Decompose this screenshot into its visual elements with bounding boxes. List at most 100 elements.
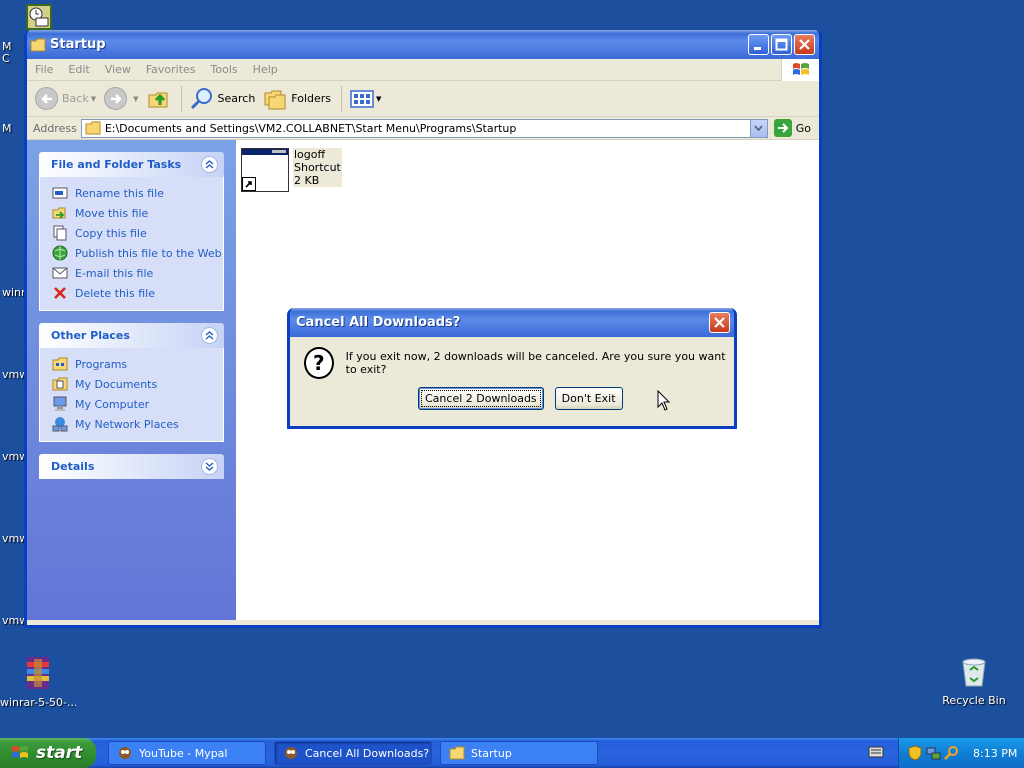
menu-help[interactable]: Help	[253, 63, 278, 76]
taskbar-item-cancel-downloads[interactable]: Cancel All Downloads?	[274, 741, 432, 765]
search-button[interactable]: Search	[190, 87, 256, 111]
collapse-icon[interactable]	[201, 156, 218, 173]
place-label: Programs	[75, 357, 128, 371]
rename-icon	[52, 185, 68, 201]
winrar-icon	[27, 657, 49, 689]
dialog-body: ? If you exit now, 2 downloads will be c…	[290, 337, 734, 379]
up-folder-icon	[148, 92, 167, 107]
expand-icon[interactable]	[201, 458, 218, 475]
place-label: My Documents	[75, 377, 158, 391]
standard-toolbar: Back ▼ ▼ Search Folders ▼	[27, 81, 819, 117]
minimize-button[interactable]	[748, 34, 769, 55]
network-icon[interactable]	[925, 745, 941, 761]
shortcut-file-icon	[241, 148, 289, 192]
panel-title: File and Folder Tasks	[51, 158, 182, 171]
back-arrow-icon	[40, 93, 52, 104]
taskbar-item-label: Startup	[471, 746, 512, 760]
place-my-documents[interactable]: My Documents	[52, 374, 223, 394]
views-button[interactable]: ▼	[350, 89, 381, 109]
task-label: Move this file	[75, 206, 149, 220]
folders-label: Folders	[291, 92, 332, 105]
question-icon: ?	[304, 347, 334, 379]
desktop-label-fragment: C	[2, 52, 10, 65]
desktop-icon-top[interactable]	[26, 4, 52, 30]
address-bar: Address E:\Documents and Settings\VM2.CO…	[27, 117, 819, 140]
task-rename-file[interactable]: Rename this file	[52, 183, 223, 203]
desktop-icon-winrar[interactable]: winrar-5-50-...	[0, 656, 76, 709]
taskbar-item-label: YouTube - Mypal	[139, 746, 228, 760]
task-move-file[interactable]: Move this file	[52, 203, 223, 223]
menu-tools[interactable]: Tools	[211, 63, 238, 76]
taskbar-item-youtube[interactable]: YouTube - Mypal	[108, 741, 266, 765]
menu-edit[interactable]: Edit	[68, 63, 89, 76]
panel-header[interactable]: File and Folder Tasks	[39, 152, 224, 177]
keyboard-icon[interactable]	[868, 746, 884, 761]
menu-file[interactable]: File	[35, 63, 53, 76]
desktop-label-fragment: M	[2, 122, 12, 135]
file-name: logoff	[294, 148, 326, 161]
go-button[interactable]: Go	[773, 119, 811, 137]
up-folder-button[interactable]	[147, 87, 171, 111]
place-programs[interactable]: Programs	[52, 354, 223, 374]
collapse-icon[interactable]	[201, 327, 218, 344]
task-label: Publish this file to the Web	[75, 246, 222, 260]
close-button[interactable]	[794, 34, 815, 55]
dialog-message: If you exit now, 2 downloads will be can…	[345, 350, 726, 376]
recycle-bin-icon	[962, 658, 986, 687]
place-my-network-places[interactable]: My Network Places	[52, 414, 223, 434]
email-icon	[52, 265, 68, 281]
taskbar: start YouTube - Mypal Cancel All Downloa…	[0, 738, 1024, 768]
task-delete-file[interactable]: Delete this file	[52, 283, 223, 303]
menu-favorites[interactable]: Favorites	[146, 63, 196, 76]
panel-header[interactable]: Other Places	[39, 323, 224, 348]
task-publish-web[interactable]: Publish this file to the Web	[52, 243, 223, 263]
forward-arrow-icon	[110, 93, 122, 104]
back-label: Back	[62, 92, 89, 105]
dropdown-arrow-icon[interactable]: ▼	[91, 95, 96, 103]
views-icon	[350, 89, 374, 108]
address-dropdown-button[interactable]	[749, 119, 767, 137]
network-places-icon	[52, 416, 68, 432]
file-item-logoff[interactable]: logoff Shortcut 2 KB	[241, 148, 342, 192]
panel-title: Details	[51, 460, 95, 473]
file-folder-tasks-panel: File and Folder Tasks Rename this file M…	[39, 152, 224, 311]
windows-logo	[781, 59, 819, 81]
maximize-button[interactable]	[771, 34, 792, 55]
panel-header[interactable]: Details	[39, 454, 224, 479]
cancel-downloads-button[interactable]: Cancel 2 Downloads	[418, 387, 544, 410]
taskbar-item-startup[interactable]: Startup	[440, 741, 598, 765]
start-button[interactable]: start	[0, 738, 96, 768]
dialog-close-button[interactable]	[709, 312, 730, 333]
publish-web-icon	[52, 245, 68, 261]
details-panel: Details	[39, 454, 224, 479]
explorer-titlebar[interactable]: Startup	[27, 30, 819, 59]
security-shield-icon[interactable]	[907, 745, 923, 761]
desktop-icon-recycle-bin[interactable]: Recycle Bin	[936, 656, 1012, 707]
maximize-icon	[775, 38, 788, 51]
place-my-computer[interactable]: My Computer	[52, 394, 223, 414]
back-button[interactable]: Back ▼	[35, 87, 96, 110]
file-size: 2 KB	[294, 174, 320, 187]
minimize-icon	[754, 47, 761, 50]
folders-button[interactable]: Folders	[263, 88, 331, 110]
task-pane: File and Folder Tasks Rename this file M…	[27, 140, 236, 620]
system-tray: 8:13 PM	[898, 738, 1024, 768]
search-label: Search	[217, 92, 256, 105]
menu-view[interactable]: View	[105, 63, 131, 76]
dont-exit-button[interactable]: Don't Exit	[554, 387, 623, 410]
scheduled-task-icon	[29, 7, 49, 27]
search-icon[interactable]	[943, 745, 959, 761]
dialog-titlebar[interactable]: Cancel All Downloads?	[290, 308, 734, 337]
address-input[interactable]: E:\Documents and Settings\VM2.COLLABNET\…	[80, 118, 768, 138]
forward-button[interactable]: ▼	[104, 87, 139, 110]
panel-body: Rename this file Move this file Copy thi…	[39, 177, 224, 311]
folder-icon	[30, 38, 46, 51]
dropdown-arrow-icon[interactable]: ▼	[133, 95, 138, 103]
shortcut-arrow-icon	[242, 177, 256, 191]
desktop-label-fragment: winr	[2, 286, 26, 299]
windows-flag-icon	[12, 746, 28, 758]
panel-body: Programs My Documents My Computer My Net…	[39, 348, 224, 442]
task-copy-file[interactable]: Copy this file	[52, 223, 223, 243]
task-email-file[interactable]: E-mail this file	[52, 263, 223, 283]
dropdown-arrow-icon[interactable]: ▼	[376, 95, 381, 103]
